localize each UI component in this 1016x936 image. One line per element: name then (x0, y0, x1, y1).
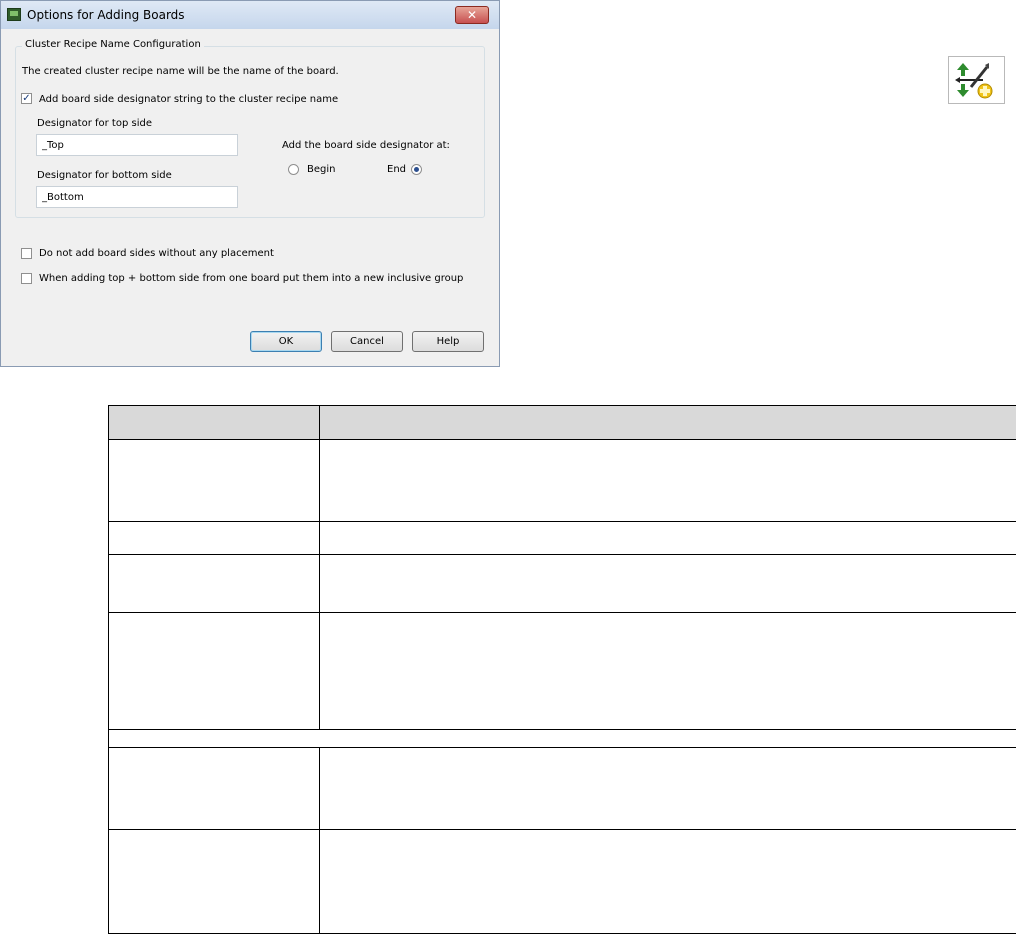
info-text: The created cluster recipe name will be … (22, 66, 339, 77)
table-row (108, 612, 1016, 730)
inclusive-group-label: When adding top + bottom side from one b… (39, 273, 464, 284)
dialog-titlebar[interactable]: Options for Adding Boards ✕ (1, 1, 499, 29)
add-boards-icon[interactable] (948, 56, 1005, 104)
end-radio-label: End (387, 164, 407, 175)
table-row (108, 829, 1016, 934)
table-row (108, 747, 1016, 830)
begin-radio[interactable] (288, 164, 299, 175)
top-designator-label: Designator for top side (37, 118, 152, 129)
add-boards-icon-graphic (955, 63, 993, 99)
options-table (108, 405, 1016, 934)
inclusive-group-checkbox[interactable] (21, 273, 32, 284)
ok-button[interactable]: OK (250, 331, 322, 352)
application-icon (7, 8, 21, 21)
table-header-cell (108, 405, 320, 440)
table-header-row (108, 405, 1016, 440)
bottom-designator-input[interactable] (36, 186, 238, 208)
no-placement-checkbox[interactable] (21, 248, 32, 259)
designator-position-label: Add the board side designator at: (282, 140, 450, 151)
help-button[interactable]: Help (412, 331, 484, 352)
cancel-button[interactable]: Cancel (331, 331, 403, 352)
no-placement-label: Do not add board sides without any place… (39, 248, 274, 259)
table-header-cell (319, 405, 1016, 440)
group-title: Cluster Recipe Name Configuration (22, 39, 204, 50)
table-row (108, 554, 1016, 613)
table-row (108, 729, 1016, 748)
add-designator-checkbox[interactable]: ✓ (21, 93, 32, 104)
dialog-title: Options for Adding Boards (27, 8, 185, 22)
close-button[interactable]: ✕ (455, 6, 489, 24)
table-row (108, 521, 1016, 555)
bottom-designator-label: Designator for bottom side (37, 170, 172, 181)
end-radio[interactable] (411, 164, 422, 175)
table-row (108, 439, 1016, 522)
top-designator-input[interactable] (36, 134, 238, 156)
begin-radio-label: Begin (307, 164, 336, 175)
add-designator-label: Add board side designator string to the … (39, 94, 339, 105)
